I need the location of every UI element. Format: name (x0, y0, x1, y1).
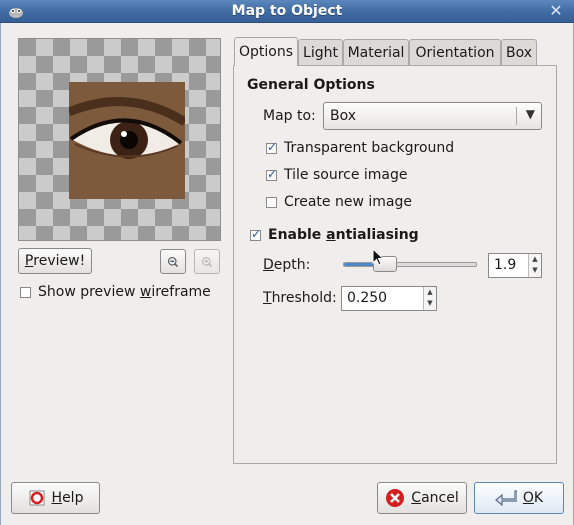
help-button[interactable]: Help (11, 482, 100, 514)
show-wireframe-text-pre: Show preview (38, 284, 140, 300)
tab-orientation-label: Orientation (415, 44, 495, 61)
zoom-in-button[interactable] (194, 249, 220, 274)
tab-options-label: Options (238, 44, 294, 60)
title-bar[interactable]: Map to Object ✕ (0, 0, 574, 23)
tab-options[interactable]: Options (234, 37, 298, 66)
tab-box[interactable]: Box (501, 39, 537, 65)
map-to-value: Box (330, 108, 357, 124)
spin-down-icon[interactable]: ▼ (424, 298, 436, 309)
create-new-image-label[interactable]: Create new image (284, 194, 412, 210)
depth-label-text: epth: (273, 257, 311, 273)
threshold-mnemonic: T (263, 290, 272, 306)
help-label: elp (62, 490, 84, 506)
cancel-icon (386, 489, 405, 507)
create-new-image-checkbox[interactable] (266, 197, 277, 208)
general-options-heading: General Options (247, 77, 375, 93)
map-to-combobox[interactable]: Box ▼ (323, 102, 542, 130)
threshold-spinbutton[interactable]: 0.250 ▲ ▼ (341, 286, 437, 311)
tab-material-label: Material (347, 44, 405, 61)
zoom-in-icon (201, 256, 213, 267)
ok-button[interactable]: OK (474, 482, 564, 514)
preview-button-mnemonic: P (24, 253, 34, 269)
spin-up-icon[interactable]: ▲ (529, 254, 541, 265)
depth-label: Depth: (263, 257, 310, 273)
cancel-button[interactable]: Cancel (377, 482, 467, 514)
show-wireframe-checkbox[interactable] (20, 287, 31, 298)
cancel-label: ancel (421, 490, 459, 506)
transparent-background-checkbox[interactable] (266, 140, 277, 154)
preview-button-label: review! (33, 253, 86, 269)
preview-canvas (18, 38, 221, 241)
depth-mnemonic: D (263, 257, 274, 273)
ok-mnemonic: O (522, 490, 534, 506)
transparent-background-label[interactable]: Transparent background (284, 140, 454, 156)
eye-image (69, 82, 185, 199)
threshold-label: Threshold: (263, 290, 337, 306)
window-title: Map to Object (231, 3, 343, 19)
enable-antialiasing-checkbox[interactable] (250, 227, 261, 241)
tab-material[interactable]: Material (343, 39, 409, 65)
show-wireframe-mnemonic: w (139, 284, 152, 300)
depth-value: 1.9 (494, 257, 517, 273)
antialiasing-text-pre: Enable (268, 227, 327, 243)
depth-spin-arrows[interactable]: ▲ ▼ (528, 254, 541, 277)
tab-light-label: Light (303, 44, 338, 61)
enable-antialiasing-label[interactable]: Enable antialiasing (268, 227, 419, 243)
depth-spinbutton[interactable]: 1.9 ▲ ▼ (488, 253, 542, 278)
threshold-label-text: hreshold: (271, 290, 337, 306)
zoom-out-icon (167, 256, 179, 267)
tab-box-label: Box (505, 44, 533, 61)
tab-light[interactable]: Light (298, 39, 343, 65)
antialiasing-mnemonic: a (326, 227, 336, 243)
show-wireframe-text-post: ireframe (151, 284, 211, 300)
preview-image (69, 82, 185, 199)
spin-up-icon[interactable]: ▲ (424, 287, 436, 298)
mouse-cursor-icon (372, 248, 384, 266)
tile-source-image-label[interactable]: Tile source image (284, 167, 408, 183)
spin-down-icon[interactable]: ▼ (529, 265, 541, 276)
ok-label: K (533, 490, 544, 506)
threshold-spin-arrows[interactable]: ▲ ▼ (423, 287, 436, 310)
close-icon[interactable]: ✕ (547, 2, 565, 20)
show-wireframe-label[interactable]: Show preview wireframe (38, 284, 211, 300)
depth-slider[interactable] (343, 262, 477, 267)
map-to-label: Map to: (263, 108, 316, 124)
preview-button[interactable]: Preview! (18, 248, 92, 274)
tab-orientation[interactable]: Orientation (409, 39, 501, 65)
chevron-down-icon: ▼ (525, 107, 535, 121)
zoom-out-button[interactable] (160, 249, 186, 274)
enter-arrow-icon (494, 490, 517, 507)
cancel-mnemonic: C (411, 490, 422, 506)
tile-source-image-checkbox[interactable] (266, 167, 277, 181)
antialiasing-text-post: ntialiasing (335, 227, 419, 243)
help-icon (29, 490, 45, 506)
help-mnemonic: H (51, 490, 63, 506)
combo-separator (516, 107, 517, 125)
threshold-value: 0.250 (347, 290, 388, 306)
